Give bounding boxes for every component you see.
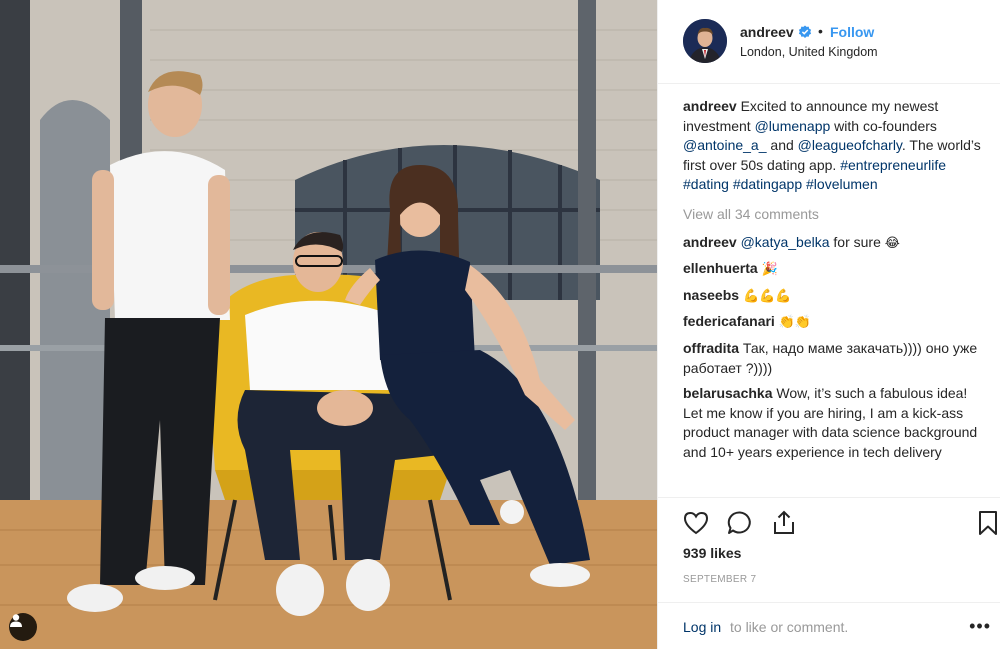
bookmark-icon[interactable]: [974, 509, 1000, 537]
comment-bubble-icon[interactable]: [726, 509, 754, 537]
caption-mention-lumenapp[interactable]: @lumenapp: [755, 118, 831, 134]
comment-username[interactable]: belarusachka: [683, 385, 773, 401]
comment-item: belarusachka Wow, it’s such a fabulous i…: [683, 384, 988, 462]
comment-mention[interactable]: @katya_belka: [741, 234, 830, 250]
heart-icon[interactable]: [682, 509, 710, 537]
comment-item: naseebs 💪💪💪: [683, 286, 988, 307]
caption-text: and: [766, 137, 798, 154]
post-date: September 7: [683, 574, 757, 585]
login-link[interactable]: Log in: [683, 619, 721, 635]
comment-item: offradita Так, надо маме закачать)))) он…: [683, 339, 988, 378]
author-username[interactable]: andreev: [740, 24, 794, 40]
comment-item: andreev @katya_belka for sure 😂: [683, 233, 988, 254]
post-photo-illustration: [0, 0, 657, 649]
comment-item: ellenhuerta 🎉: [683, 259, 988, 280]
comment-emoji: 👏👏: [778, 315, 812, 331]
user-tag-icon[interactable]: [9, 613, 37, 641]
post-location[interactable]: London, United Kingdom: [740, 45, 878, 59]
comment-text: for sure: [829, 233, 885, 250]
comment-username[interactable]: naseebs: [683, 287, 739, 303]
caption-mention-leagueofcharly[interactable]: @leagueofcharly: [798, 137, 902, 153]
verified-badge-icon: [798, 25, 812, 38]
caption-text: with co-founders: [830, 117, 937, 134]
comment-username[interactable]: andreev: [683, 234, 737, 250]
comment-emoji: 🎉: [761, 262, 778, 278]
comment-username[interactable]: offradita: [683, 340, 739, 356]
share-icon[interactable]: [770, 509, 798, 537]
comment-username[interactable]: federicafanari: [683, 313, 775, 329]
likes-count[interactable]: 939 likes: [683, 545, 741, 561]
more-options-icon[interactable]: •••: [969, 616, 991, 637]
view-all-comments-link[interactable]: View all 34 comments: [683, 205, 988, 225]
caption-username[interactable]: andreev: [683, 98, 737, 114]
comment-username[interactable]: ellenhuerta: [683, 260, 758, 276]
post-photo[interactable]: [0, 0, 657, 649]
comment-item: federicafanari 👏👏: [683, 312, 988, 333]
post-header: andreev • Follow London, United Kingdom: [658, 0, 1000, 84]
hashtag-link[interactable]: #lovelumen: [806, 176, 878, 192]
post-footer: Log in to like or comment. •••: [658, 602, 1000, 649]
post-caption: andreev Excited to announce my newest in…: [683, 97, 988, 195]
post-actions-bar: [658, 497, 1000, 549]
hashtag-link[interactable]: #datingapp: [733, 176, 802, 192]
hashtag-link[interactable]: #entrepreneurlife: [840, 157, 946, 173]
user-tag-glyph: [10, 614, 22, 627]
login-prompt-text: to like or comment.: [730, 619, 849, 635]
comment-emoji: 😂: [884, 235, 900, 251]
caption-mention-antoine[interactable]: @antoine_a_: [683, 137, 767, 153]
header-separator: •: [818, 23, 823, 39]
post-sidebar: andreev • Follow London, United Kingdom …: [657, 0, 1000, 649]
follow-button[interactable]: Follow: [830, 24, 874, 40]
avatar-portrait: [683, 19, 727, 63]
avatar[interactable]: [683, 19, 727, 63]
hashtag-link[interactable]: #dating: [683, 176, 729, 192]
comments-list[interactable]: andreev Excited to announce my newest in…: [683, 97, 988, 497]
comment-emoji: 💪💪💪: [742, 288, 792, 304]
